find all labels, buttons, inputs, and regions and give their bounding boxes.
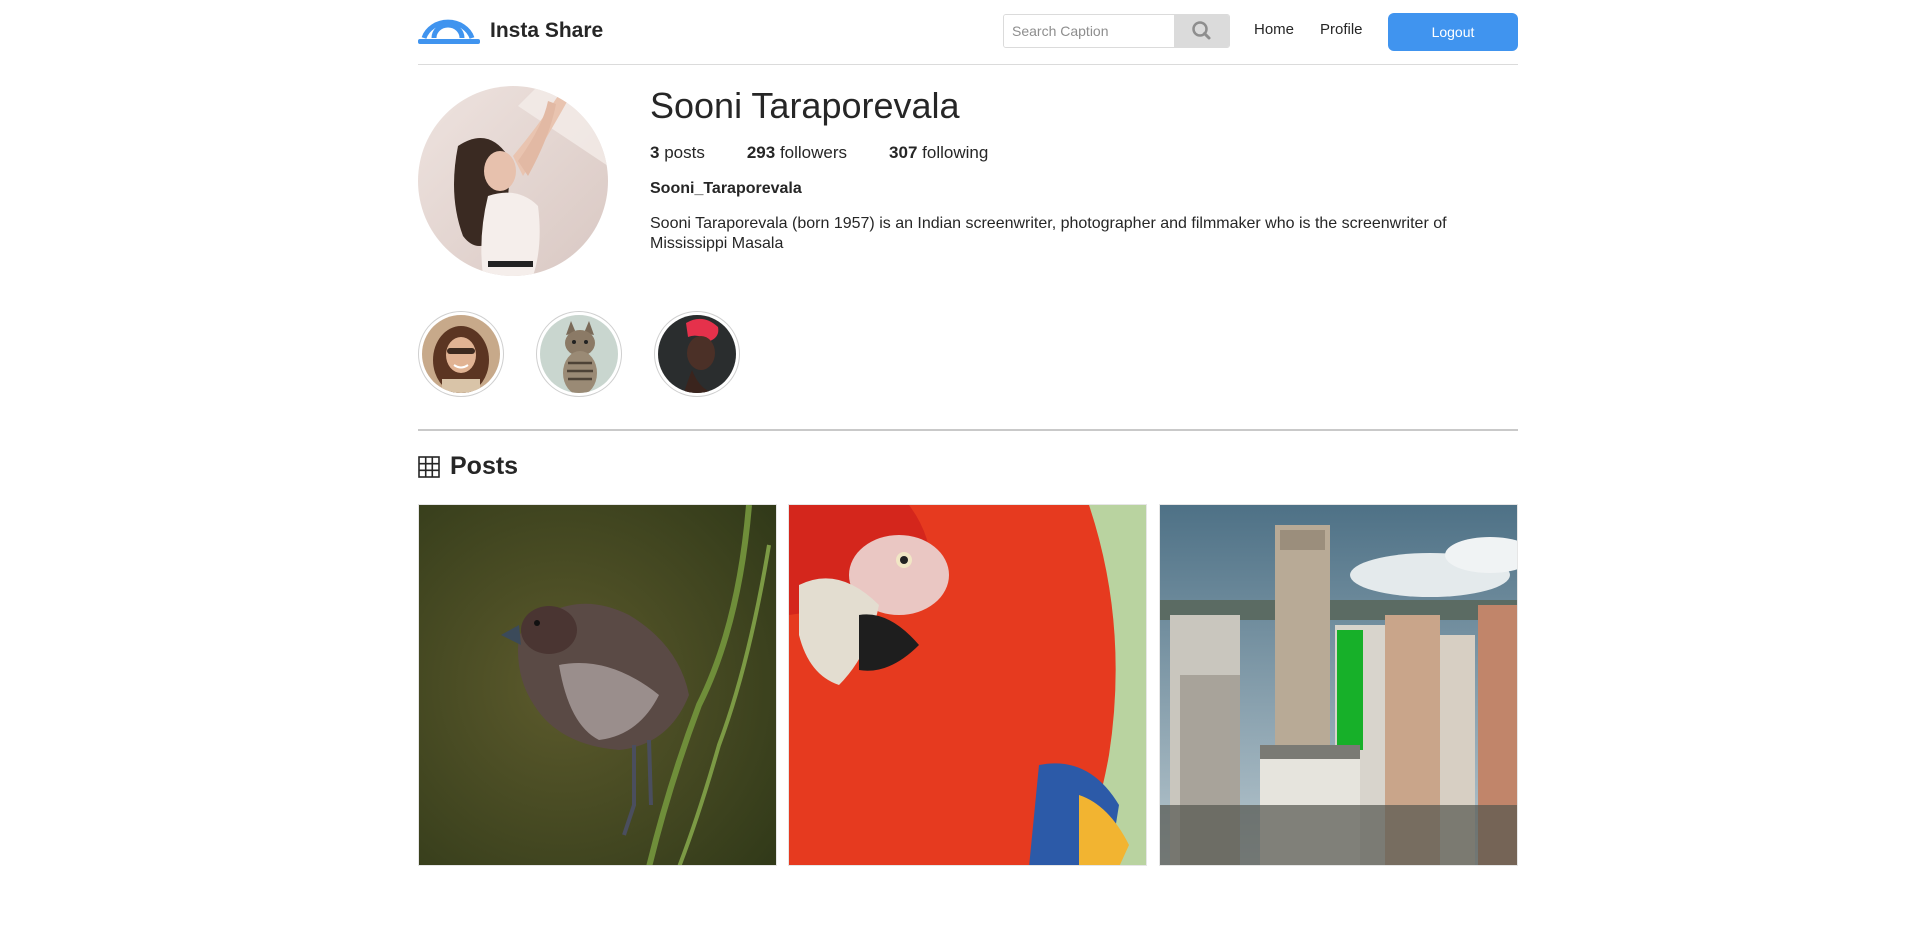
profile-avatar [418,86,608,276]
brand-title: Insta Share [490,19,604,42]
story-image [422,315,500,393]
following-count: 307 [889,143,918,162]
story-image [540,315,618,393]
insta-share-logo-icon[interactable] [418,12,480,46]
profile-name: Sooni Taraporevala [650,85,960,126]
top-navbar: Insta Share Home Profile Logout [418,0,1518,65]
posts-heading: Posts [418,452,518,481]
story-item[interactable] [536,311,622,397]
post-image [789,505,1146,865]
nav-home-link[interactable]: Home [1254,21,1294,38]
posts-label: posts [664,143,705,162]
followers-count: 293 [746,143,776,162]
grid-icon [418,455,440,478]
posts-title: Posts [450,452,519,480]
posts-count: 3 [650,143,660,162]
post-item[interactable] [1159,504,1518,866]
search-button[interactable] [1174,15,1229,47]
story-item[interactable] [654,311,740,397]
search-icon [1192,21,1211,40]
followers-stat[interactable]: 293 followers [747,143,847,163]
story-image [658,315,736,393]
profile-username: Sooni_Taraporevala [650,180,802,197]
post-image [419,505,776,865]
profile-stats: 3 posts 293 followers 307 following [650,143,988,163]
following-label: following [922,143,989,162]
posts-stat: 3 posts [650,143,705,163]
following-stat[interactable]: 307 following [889,143,988,163]
logout-button[interactable]: Logout [1388,13,1518,51]
search-bar [1003,14,1230,48]
story-item[interactable] [418,311,504,397]
followers-label: followers [779,143,848,162]
nav-profile-link[interactable]: Profile [1320,21,1363,38]
post-item[interactable] [418,504,777,866]
post-item[interactable] [788,504,1147,866]
post-image [1160,505,1517,865]
search-input[interactable] [1004,15,1174,47]
section-divider [418,429,1518,431]
profile-bio: Sooni Taraporevala (born 1957) is an Ind… [650,215,1447,252]
